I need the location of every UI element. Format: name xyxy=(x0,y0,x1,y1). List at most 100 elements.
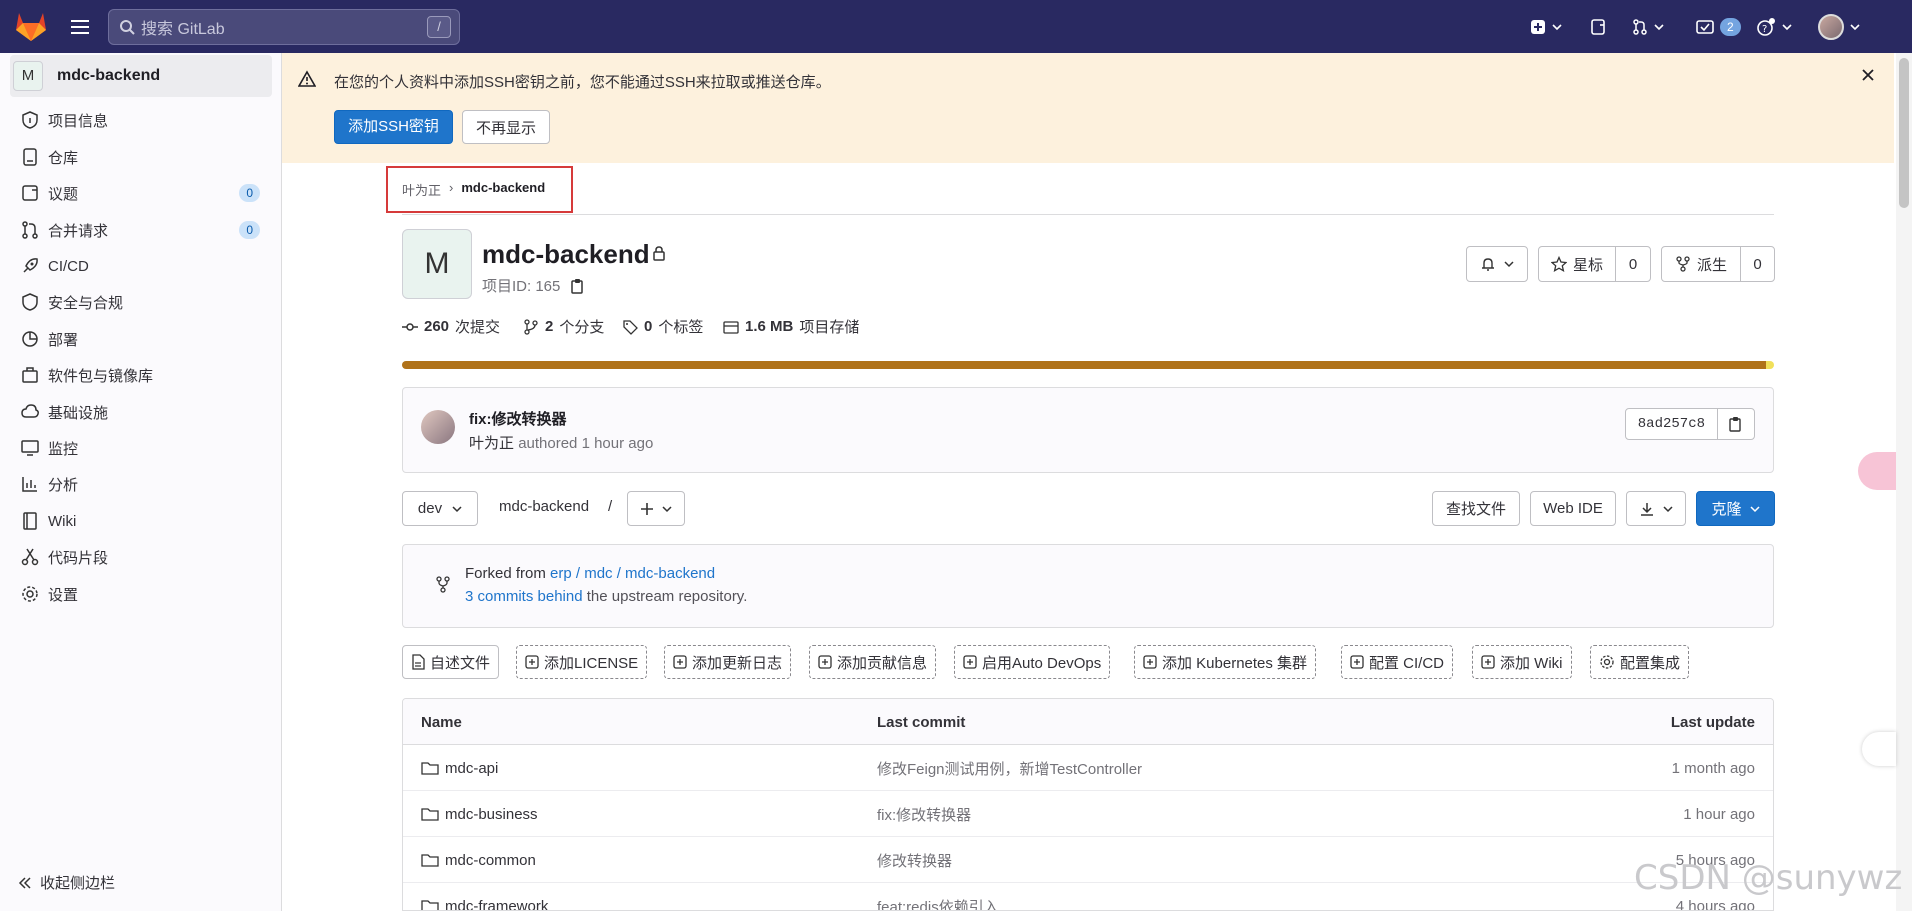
path-root[interactable]: mdc-backend xyxy=(499,498,589,515)
add-changelog-button[interactable]: 添加更新日志 xyxy=(664,645,792,679)
branches-stat[interactable]: 2 个分支 xyxy=(523,316,604,337)
last-commit-message[interactable]: feat:redis依赖引入 xyxy=(877,883,999,911)
star-count[interactable]: 0 xyxy=(1615,246,1651,282)
tag-icon xyxy=(623,319,638,335)
translate-float-icon[interactable] xyxy=(1858,452,1896,490)
sidebar-item-deployments[interactable]: 部署 xyxy=(20,325,260,353)
sidebar-item-settings[interactable]: 设置 xyxy=(20,580,260,608)
notification-dropdown[interactable] xyxy=(1466,246,1528,282)
menu-icon[interactable] xyxy=(68,16,92,38)
plus-icon xyxy=(641,502,653,515)
file-name-cell[interactable]: mdc-framework xyxy=(421,883,548,911)
sidebar-item-infrastructure[interactable]: 基础设施 xyxy=(20,398,260,426)
sidebar-item-snippets[interactable]: 代码片段 xyxy=(20,543,260,571)
file-name[interactable]: mdc-business xyxy=(445,806,538,823)
breadcrumb-project[interactable]: mdc-backend xyxy=(461,180,545,199)
branches-label: 个分支 xyxy=(559,319,605,336)
table-row[interactable]: mdc-framework feat:redis依赖引入 4 hours ago xyxy=(403,883,1773,911)
plus-square-icon xyxy=(963,655,977,669)
search-input[interactable]: 搜索 GitLab / xyxy=(108,9,460,45)
sidebar-item-packages[interactable]: 软件包与镜像库 xyxy=(20,361,260,389)
last-commit-message[interactable]: fix:修改转换器 xyxy=(877,791,971,837)
help-dropdown[interactable]: ? xyxy=(1756,13,1792,41)
commit-title[interactable]: fix:修改转换器 xyxy=(469,408,567,429)
add-ssh-key-button[interactable]: 添加SSH密钥 xyxy=(334,110,453,144)
close-icon[interactable] xyxy=(1860,67,1876,83)
assistant-float-icon[interactable] xyxy=(1862,732,1896,766)
sidebar-item-repository[interactable]: 仓库 xyxy=(20,143,260,171)
last-commit-message[interactable]: 修改Feign测试用例，新增TestController xyxy=(877,745,1142,791)
sidebar-item-security[interactable]: 安全与合规 xyxy=(20,288,260,316)
breadcrumb-owner[interactable]: 叶为正 xyxy=(402,180,441,199)
issues-count-badge: 0 xyxy=(239,184,260,202)
top-navbar: 搜索 GitLab / 2 ? xyxy=(0,0,1912,53)
sidebar-item-label: CI/CD xyxy=(48,257,89,275)
file-tree-table: Name Last commit Last update mdc-api 修改F… xyxy=(402,698,1774,911)
table-row[interactable]: mdc-business fix:修改转换器 1 hour ago xyxy=(403,791,1773,837)
sidebar-item-monitor[interactable]: 监控 xyxy=(20,434,260,462)
add-kubernetes-cluster-button[interactable]: 添加 Kubernetes 集群 xyxy=(1134,645,1317,679)
scrollbar-thumb[interactable] xyxy=(1899,58,1909,208)
fork-count[interactable]: 0 xyxy=(1740,246,1775,282)
add-to-tree-dropdown[interactable] xyxy=(627,491,685,526)
storage-stat[interactable]: 1.6 MB 项目存储 xyxy=(723,316,859,337)
user-menu-dropdown[interactable] xyxy=(1818,13,1860,41)
sidebar-item-cicd[interactable]: CI/CD xyxy=(20,252,260,280)
web-ide-button[interactable]: Web IDE xyxy=(1530,491,1616,526)
configure-cicd-button[interactable]: 配置 CI/CD xyxy=(1341,645,1454,679)
readme-button[interactable]: 自述文件 xyxy=(402,645,500,679)
gitlab-logo-icon[interactable] xyxy=(14,11,48,42)
todos-button[interactable]: 2 xyxy=(1696,13,1741,41)
fork-button[interactable]: 派生 xyxy=(1661,246,1741,282)
file-name-cell[interactable]: mdc-common xyxy=(421,837,536,883)
sidebar-item-issues[interactable]: 议题 0 xyxy=(20,179,260,207)
find-file-button[interactable]: 查找文件 xyxy=(1432,491,1520,526)
alert-message: 在您的个人资料中添加SSH密钥之前，您不能通过SSH来拉取或推送仓库。 xyxy=(334,74,831,91)
branches-count: 2 xyxy=(545,318,554,335)
upstream-link[interactable]: erp / mdc / mdc-backend xyxy=(550,565,715,582)
dont-show-again-button[interactable]: 不再显示 xyxy=(462,110,550,144)
download-dropdown[interactable] xyxy=(1626,491,1686,526)
add-contributing-button[interactable]: 添加贡献信息 xyxy=(809,645,937,679)
copy-icon xyxy=(1729,417,1741,432)
commit-author-avatar[interactable] xyxy=(421,410,455,444)
enable-auto-devops-button[interactable]: 启用Auto DevOps xyxy=(954,645,1111,679)
sidebar-item-analytics[interactable]: 分析 xyxy=(20,470,260,498)
table-row[interactable]: mdc-api 修改Feign测试用例，新增TestController 1 m… xyxy=(403,745,1773,791)
commits-behind-link[interactable]: 3 commits behind xyxy=(465,588,583,605)
clone-dropdown[interactable]: 克隆 xyxy=(1696,491,1775,526)
language-bar-segment[interactable] xyxy=(1765,361,1774,369)
language-bar[interactable] xyxy=(402,361,1774,369)
file-name-cell[interactable]: mdc-business xyxy=(421,791,538,837)
file-name[interactable]: mdc-framework xyxy=(445,898,548,911)
table-row[interactable]: mdc-common 修改转换器 5 hours ago xyxy=(403,837,1773,883)
new-item-dropdown[interactable] xyxy=(1530,13,1562,41)
commits-stat[interactable]: 260 次提交 xyxy=(402,316,500,337)
file-name[interactable]: mdc-common xyxy=(445,852,536,869)
tags-stat[interactable]: 0 个标签 xyxy=(622,316,703,337)
commit-sha[interactable]: 8ad257c8 xyxy=(1624,408,1718,440)
last-commit-message[interactable]: 修改转换器 xyxy=(877,837,952,883)
add-license-button[interactable]: 添加LICENSE xyxy=(516,645,648,679)
add-wiki-button[interactable]: 添加 Wiki xyxy=(1472,645,1572,679)
file-name-cell[interactable]: mdc-api xyxy=(421,745,498,791)
merge-requests-dropdown[interactable] xyxy=(1632,13,1664,41)
deployments-icon xyxy=(22,331,38,347)
language-bar-segment[interactable] xyxy=(402,361,1766,369)
sidebar-project-header[interactable]: M mdc-backend xyxy=(10,55,272,97)
branch-selector[interactable]: dev xyxy=(402,491,478,526)
sidebar-item-wiki[interactable]: Wiki xyxy=(20,507,260,535)
sidebar-item-merge-requests[interactable]: 合并请求 0 xyxy=(20,216,260,244)
copy-sha-button[interactable] xyxy=(1717,408,1755,440)
issues-nav-icon[interactable] xyxy=(1590,13,1606,41)
file-name[interactable]: mdc-api xyxy=(445,760,498,777)
sidebar-item-label: 监控 xyxy=(48,440,79,458)
commit-author[interactable]: 叶为正 xyxy=(469,435,514,452)
collapse-sidebar-button[interactable]: 收起侧边栏 xyxy=(18,872,115,893)
storage-label: 项目存储 xyxy=(799,319,860,336)
configure-integrations-button[interactable]: 配置集成 xyxy=(1590,645,1690,679)
sidebar-item-project-info[interactable]: 项目信息 xyxy=(20,106,260,134)
sidebar-item-label: 代码片段 xyxy=(48,549,109,567)
star-button[interactable]: 星标 xyxy=(1538,246,1616,282)
copy-icon[interactable] xyxy=(570,277,586,295)
